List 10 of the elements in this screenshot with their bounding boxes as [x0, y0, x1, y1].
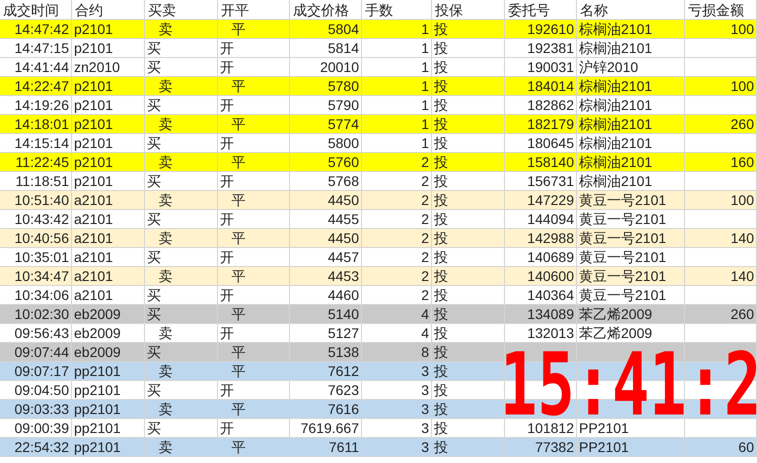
table-cell: 60 — [685, 438, 757, 457]
table-cell: 22:54:32 — [0, 438, 72, 457]
table-cell: 3 — [362, 438, 432, 457]
table-cell: 平 — [218, 438, 290, 457]
table-cell: 投 — [432, 438, 505, 457]
table-cell: pp2101 — [72, 438, 145, 457]
table-cell: 7611 — [290, 438, 362, 457]
table-cell: 77382 — [505, 438, 577, 457]
table-cell: 卖 — [145, 438, 218, 457]
table-cell: PP2101 — [577, 438, 685, 457]
